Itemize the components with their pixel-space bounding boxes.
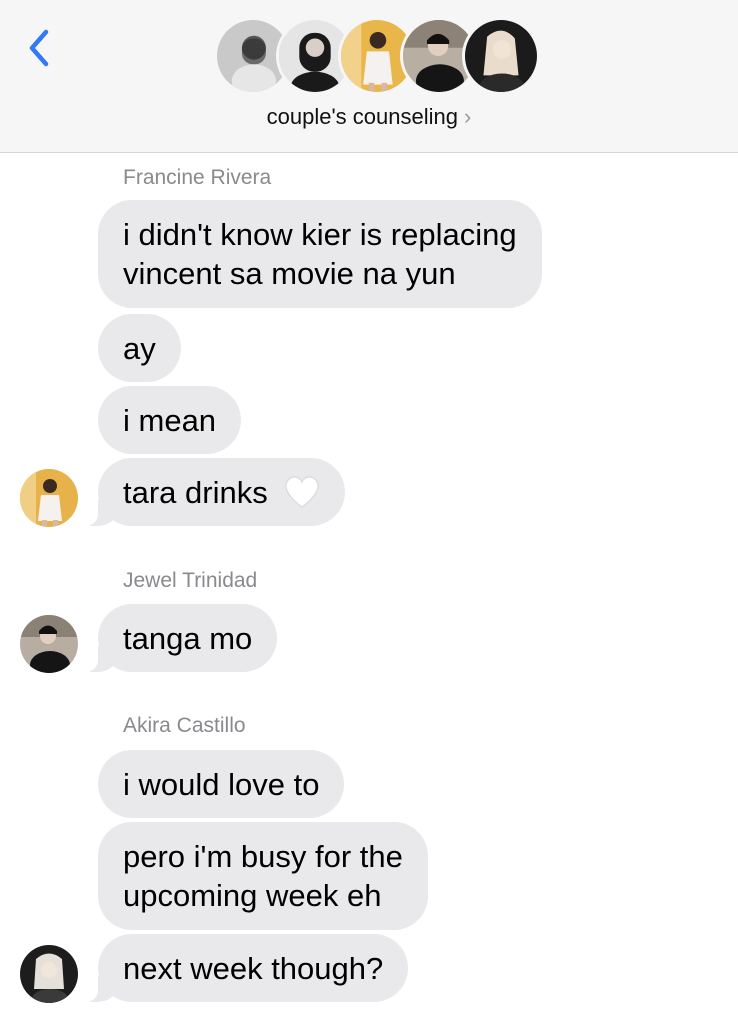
chevron-left-icon xyxy=(29,29,49,67)
chevron-right-icon: › xyxy=(464,104,472,129)
message-bubble[interactable]: pero i'm busy for the upcoming week eh xyxy=(98,822,428,930)
message-bubble[interactable]: i mean xyxy=(98,386,242,454)
sender-avatar[interactable] xyxy=(20,469,78,527)
sender-avatar[interactable] xyxy=(20,615,78,673)
message-bubble[interactable]: tara drinks xyxy=(75,458,346,526)
sender-name: Akira Castillo xyxy=(123,714,246,737)
message-text: tara drinks xyxy=(123,475,268,510)
group-avatars[interactable] xyxy=(214,17,540,95)
message-bubble[interactable]: tanga mo xyxy=(75,604,278,672)
message-bubble[interactable]: i would love to xyxy=(98,750,345,818)
sender-name: Francine Rivera xyxy=(123,166,272,189)
white-heart-icon xyxy=(285,476,319,508)
message-bubble[interactable]: next week though? xyxy=(75,934,409,1002)
sender-name: Jewel Trinidad xyxy=(123,569,258,592)
back-button[interactable] xyxy=(22,26,56,70)
group-name-label: couple's counseling xyxy=(266,104,458,129)
group-member-avatar xyxy=(462,17,540,95)
sender-avatar[interactable] xyxy=(20,945,78,1003)
group-name-button[interactable]: couple's counseling › xyxy=(0,104,738,130)
conversation-header: couple's counseling › xyxy=(0,0,738,153)
message-bubble[interactable]: ay xyxy=(98,314,181,382)
message-bubble[interactable]: i didn't know kier is replacing vincent … xyxy=(98,200,542,308)
